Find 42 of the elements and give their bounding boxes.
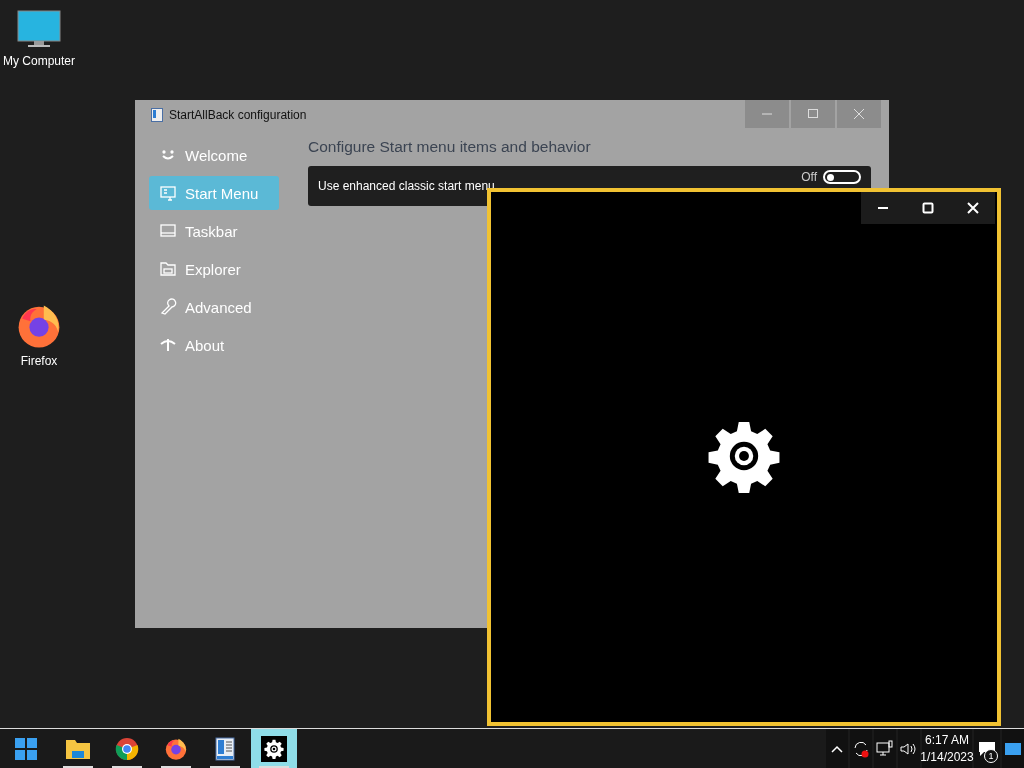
window-title: StartAllBack configuration [169, 108, 308, 122]
toggle-text: Off [801, 170, 817, 184]
network-icon[interactable] [874, 729, 896, 768]
volume-icon[interactable] [898, 729, 920, 768]
app-icon [151, 108, 163, 122]
gear-icon [264, 738, 284, 759]
chrome-icon [115, 736, 139, 761]
tray-chevron[interactable] [826, 729, 848, 768]
app-icon [215, 736, 235, 761]
folder-icon [159, 260, 177, 278]
nav-item[interactable]: Welcome [149, 138, 279, 172]
page-heading: Configure Start menu items and behavior [308, 138, 592, 156]
desktop-icon-label[interactable]: My Computer [3, 54, 75, 68]
clock-date: 1/14/2023 [920, 748, 974, 766]
maximize-icon [808, 109, 818, 119]
sync-icon[interactable] [850, 729, 872, 768]
clock[interactable]: 6:17 AM 1/14/2023 [922, 729, 972, 768]
monitor-icon [17, 10, 61, 50]
info-icon [159, 336, 177, 354]
clock-time: 6:17 AM [925, 731, 969, 749]
nav-item[interactable]: Start Menu [149, 176, 279, 210]
firefox-icon [164, 736, 188, 761]
close-icon [854, 109, 864, 119]
notification-badge: 1 [984, 749, 998, 763]
desktop-icon [1005, 742, 1021, 755]
folder-icon [65, 737, 91, 760]
wrench-icon [159, 298, 177, 316]
maximize-icon [922, 202, 934, 214]
nav-item[interactable]: Explorer [149, 252, 279, 286]
nav-item[interactable]: Taskbar [149, 214, 279, 248]
toggle-switch[interactable] [823, 170, 861, 184]
close-icon [966, 202, 979, 214]
windows-logo-icon [15, 737, 37, 760]
monitor-icon [159, 184, 177, 202]
nav-item[interactable]: Advanced [149, 290, 279, 324]
taskbar-app[interactable] [251, 729, 297, 768]
gear-icon [707, 419, 781, 493]
notification-button[interactable]: 1 [974, 729, 1000, 768]
show-desktop-button[interactable] [1002, 729, 1024, 768]
taskbar-icon [159, 222, 177, 240]
nav-item[interactable]: About [149, 328, 279, 362]
desktop-icon-label[interactable]: Firefox [20, 354, 58, 368]
